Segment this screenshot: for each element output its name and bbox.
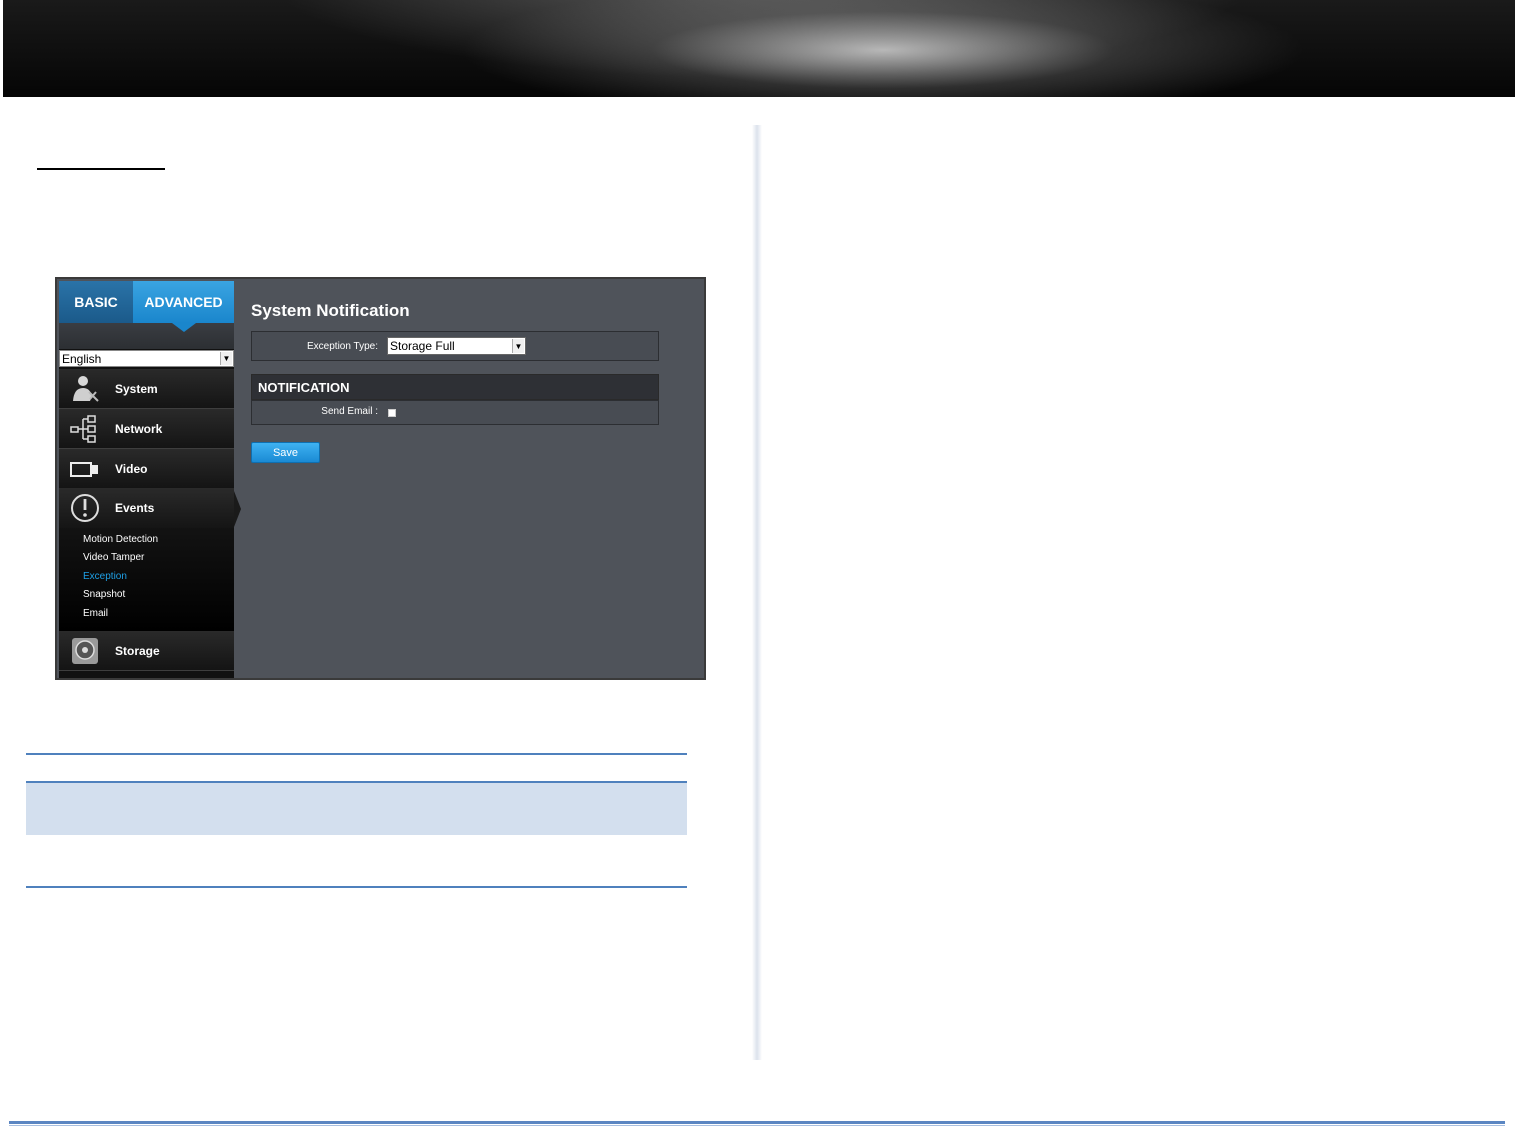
sidebar-item-system[interactable]: System: [59, 369, 234, 409]
language-value: English: [62, 351, 102, 366]
sidebar-item-label: Events: [115, 501, 155, 515]
submenu-item-snapshot[interactable]: Snapshot: [83, 589, 125, 600]
notification-header: NOTIFICATION: [251, 374, 659, 400]
sidebar-item-label: Network: [115, 421, 163, 436]
network-icon: [69, 414, 101, 444]
submenu-item-motion-detection[interactable]: Motion Detection: [83, 534, 158, 545]
sidebar-item-storage[interactable]: Storage: [59, 631, 234, 671]
video-icon: [69, 454, 101, 484]
sidebar-item-label: Video: [115, 461, 148, 476]
submenu-item-email[interactable]: Email: [83, 608, 108, 619]
chevron-down-icon[interactable]: ▼: [220, 352, 232, 365]
page-title: System Notification: [251, 301, 410, 320]
system-icon: [69, 374, 101, 404]
sidebar-item-network[interactable]: Network: [59, 409, 234, 449]
tab-strip-shadow: [59, 323, 234, 349]
sidebar-item-events[interactable]: Events: [59, 488, 234, 528]
active-tab-pointer: [172, 323, 196, 332]
language-select[interactable]: English ▼: [59, 350, 234, 367]
tab-basic[interactable]: BASIC: [59, 281, 133, 323]
send-email-label: Send Email :: [321, 406, 378, 417]
exception-type-row: Exception Type: Storage Full ▼: [251, 331, 659, 361]
column-divider: [752, 125, 762, 1060]
table-bottom-rule: [26, 886, 687, 888]
sidebar-item-label: Storage: [115, 643, 160, 658]
send-email-checkbox[interactable]: [388, 409, 396, 417]
section-title-underline: [37, 168, 165, 170]
exception-type-select[interactable]: Storage Full ▼: [387, 337, 526, 355]
save-button[interactable]: Save: [251, 442, 320, 463]
exception-type-value: Storage Full: [390, 339, 455, 353]
table-band-row: [26, 783, 687, 835]
submenu-item-exception[interactable]: Exception: [83, 571, 127, 582]
header-banner: [3, 0, 1515, 97]
submenu-item-video-tamper[interactable]: Video Tamper: [83, 552, 144, 563]
sidebar-item-label: System: [115, 381, 158, 396]
table-top-rule: [26, 753, 687, 755]
tab-advanced[interactable]: ADVANCED: [133, 281, 234, 323]
events-icon: [69, 493, 101, 523]
chevron-down-icon[interactable]: ▼: [512, 339, 524, 353]
send-email-row: Send Email :: [251, 400, 659, 425]
exception-type-label: Exception Type:: [307, 341, 378, 352]
footer-rule-light: [9, 1125, 1505, 1126]
sidebar: BASIC ADVANCED English ▼ System Network …: [59, 281, 241, 678]
footer-rule: [9, 1121, 1505, 1124]
storage-icon: [69, 636, 101, 666]
camera-ui-screenshot: BASIC ADVANCED English ▼ System Network …: [55, 277, 706, 680]
sidebar-item-video[interactable]: Video: [59, 449, 234, 489]
active-item-pointer: [234, 491, 241, 527]
